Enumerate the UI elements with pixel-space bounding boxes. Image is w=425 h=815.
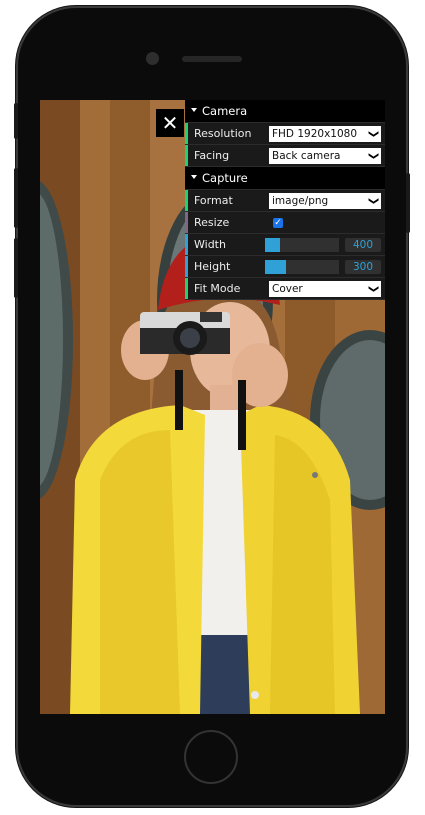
power-button [406,173,410,233]
close-button[interactable]: ✕ [156,109,184,137]
fit-mode-value: Cover [272,283,303,295]
resize-row: Resize ✓ [185,212,385,234]
height-row: Height 300 [185,256,385,278]
camera-folder-label: Camera [202,104,248,118]
resize-label: Resize [194,216,230,229]
collapse-triangle-icon [191,174,197,179]
facing-select[interactable]: Back camera ❯ [269,148,381,164]
home-button[interactable] [184,730,238,784]
resize-checkbox[interactable]: ✓ [273,218,283,228]
collapse-triangle-icon [191,107,197,112]
height-label: Height [194,260,231,273]
chevron-down-icon: ❯ [367,151,379,161]
height-number-input[interactable]: 300 [345,260,381,274]
string-controller-stripe [185,190,188,211]
width-row: Width 400 [185,234,385,256]
chevron-down-icon: ❯ [367,196,379,206]
format-row: Format image/png ❯ [185,190,385,212]
volume-down-button [14,238,18,298]
facing-label: Facing [194,149,230,162]
boolean-controller-stripe [185,212,188,233]
height-slider-fill [265,260,286,274]
fit-mode-label: Fit Mode [194,282,241,295]
camera-folder-title[interactable]: Camera [185,100,385,123]
width-number-input[interactable]: 400 [345,238,381,252]
resolution-select[interactable]: FHD 1920x1080 ❯ [269,126,381,142]
fit-mode-select[interactable]: Cover ❯ [269,281,381,297]
front-camera-icon [146,52,159,65]
string-controller-stripe [185,145,188,166]
string-controller-stripe [185,278,188,299]
resolution-row: Resolution FHD 1920x1080 ❯ [185,123,385,145]
facing-value: Back camera [272,150,341,162]
resolution-label: Resolution [194,127,252,140]
number-controller-stripe [185,256,188,277]
height-slider[interactable] [265,260,339,274]
capture-folder-title[interactable]: Capture [185,167,385,190]
volume-up-button [14,168,18,228]
chevron-down-icon: ❯ [367,129,379,139]
string-controller-stripe [185,123,188,144]
format-select[interactable]: image/png ❯ [269,193,381,209]
chevron-down-icon: ❯ [367,284,379,294]
resolution-value: FHD 1920x1080 [272,128,358,140]
capture-folder-label: Capture [202,171,248,185]
settings-panel: Camera Resolution FHD 1920x1080 ❯ Facing… [185,100,385,300]
fit-mode-row: Fit Mode Cover ❯ [185,278,385,300]
facing-row: Facing Back camera ❯ [185,145,385,167]
earpiece-speaker [182,56,242,62]
mute-switch [14,103,18,139]
width-slider-fill [265,238,280,252]
number-controller-stripe [185,234,188,255]
width-label: Width [194,238,226,251]
width-slider[interactable] [265,238,339,252]
format-label: Format [194,194,233,207]
format-value: image/png [272,195,329,207]
